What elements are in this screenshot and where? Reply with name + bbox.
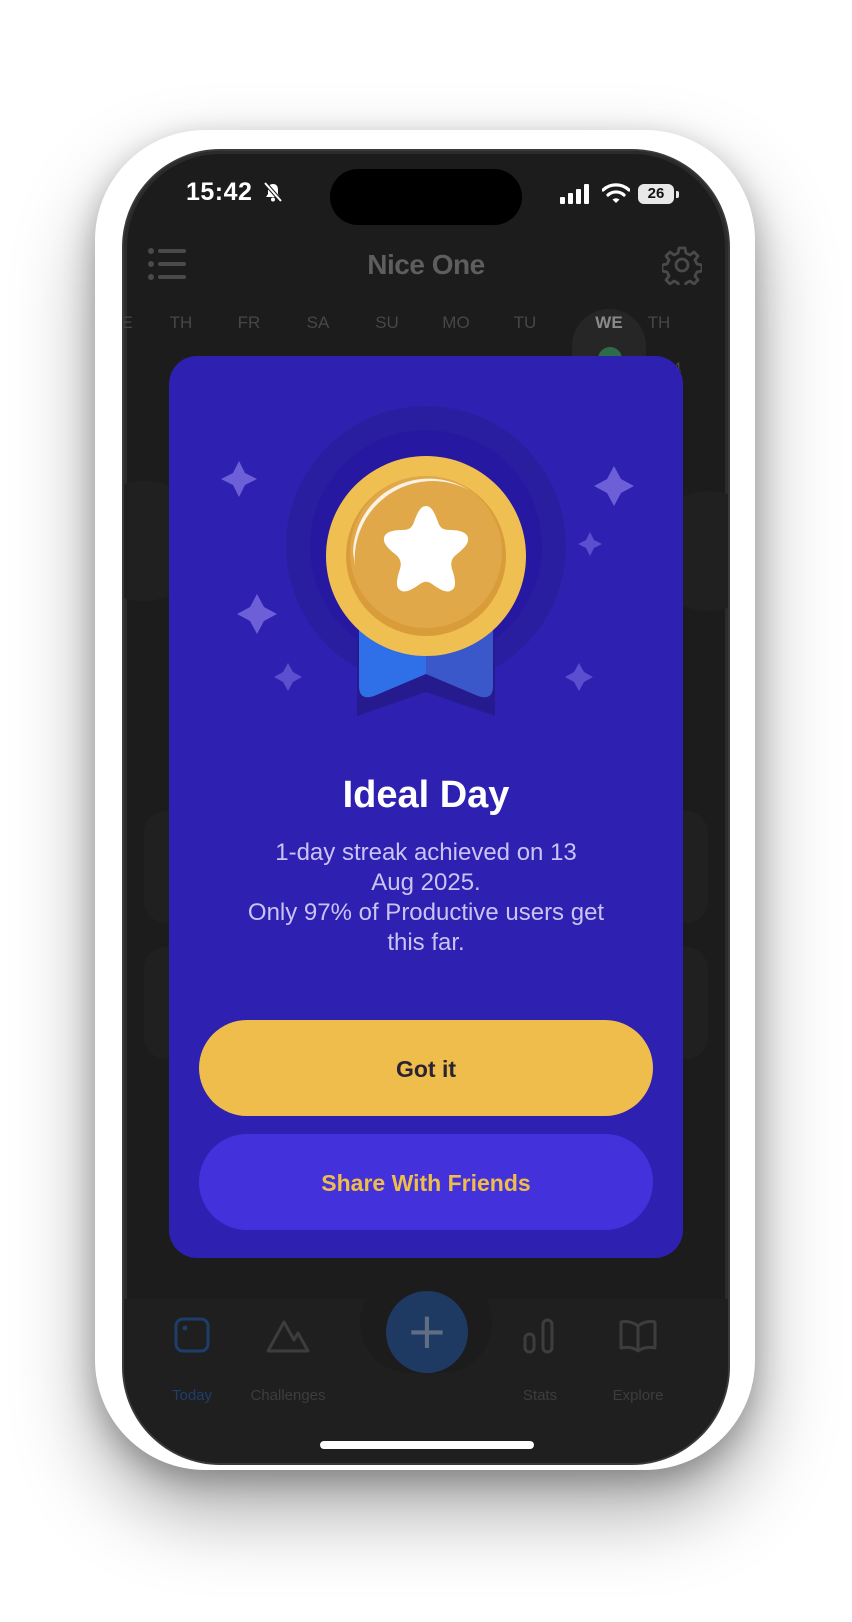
- sparkle-icon: [594, 466, 634, 506]
- mountain-icon[interactable]: [238, 1316, 338, 1356]
- modal-title: Ideal Day: [342, 774, 510, 816]
- description-line: 1-day streak achieved on 13: [275, 839, 577, 866]
- gear-icon[interactable]: [662, 245, 702, 285]
- sparkle-icon: [237, 594, 277, 634]
- bell-slash-icon: [263, 181, 283, 203]
- battery-tip: [676, 191, 679, 198]
- got-it-button[interactable]: Got it: [199, 1020, 653, 1116]
- description-line: Aug 2025.: [371, 869, 481, 896]
- day-label[interactable]: FR: [224, 313, 274, 333]
- dynamic-island: [330, 169, 522, 225]
- book-icon[interactable]: [588, 1316, 688, 1356]
- battery-indicator: 26: [638, 184, 674, 204]
- description-line: Only 97% of Productive users get: [247, 899, 605, 926]
- plus-icon: +: [406, 1302, 448, 1360]
- day-label[interactable]: MO: [431, 313, 481, 333]
- day-label[interactable]: TH: [156, 313, 206, 333]
- tab-today[interactable]: Today: [137, 1387, 247, 1404]
- phone-screen: 15:42 26 Nice One E TH FR SA SU MO TU WE…: [124, 151, 728, 1463]
- medal-illustration: [221, 406, 634, 716]
- achievement-modal: Ideal Day 1-day streak achieved on 13 Au…: [169, 356, 683, 1258]
- day-label[interactable]: E: [124, 313, 152, 333]
- day-label[interactable]: TH: [634, 313, 684, 333]
- app-title: Nice One: [367, 249, 485, 280]
- day-label-active[interactable]: WE: [584, 313, 634, 333]
- add-button[interactable]: +: [386, 1291, 468, 1373]
- home-indicator: [320, 1441, 534, 1449]
- tab-explore[interactable]: Explore: [583, 1387, 693, 1404]
- day-label[interactable]: SU: [362, 313, 412, 333]
- share-with-friends-button[interactable]: Share With Friends: [199, 1134, 653, 1230]
- description-line: this far.: [387, 929, 465, 956]
- stats-icon[interactable]: [490, 1316, 590, 1356]
- today-icon[interactable]: [142, 1316, 242, 1356]
- tab-challenges[interactable]: Challenges: [233, 1387, 343, 1404]
- day-label[interactable]: SA: [293, 313, 343, 333]
- sparkle-icon: [274, 663, 302, 691]
- wifi-icon: [602, 183, 630, 203]
- tab-stats[interactable]: Stats: [485, 1387, 595, 1404]
- modal-description: 1-day streak achieved on 13 Aug 2025. On…: [209, 838, 643, 958]
- sparkle-icon: [565, 663, 593, 691]
- status-time: 15:42: [186, 178, 253, 206]
- signal-icon: [560, 184, 589, 204]
- sparkle-icon: [221, 461, 257, 497]
- sparkle-icon: [578, 532, 602, 556]
- day-label[interactable]: TU: [500, 313, 550, 333]
- week-strip: E TH FR SA SU MO TU WE TH: [124, 313, 728, 343]
